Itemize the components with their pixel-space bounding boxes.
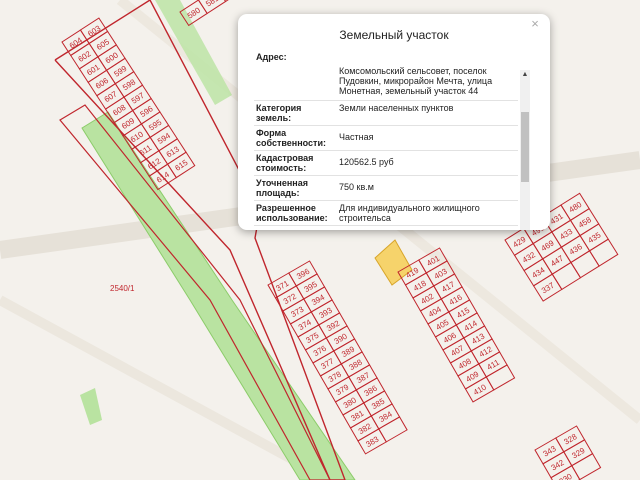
info-value: 120562.5 руб	[339, 157, 394, 167]
info-row-ownership: Форма собственности: Частная	[254, 126, 518, 151]
info-value: Для индивидуального жилищного строительс…	[339, 203, 480, 223]
info-key: Категория земель:	[256, 103, 302, 123]
info-row-address: Адрес: Комсомольский сельсовет, поселок …	[254, 50, 518, 101]
info-key: Уточненная площадь:	[256, 178, 308, 198]
popup-body: Адрес: Комсомольский сельсовет, поселок …	[254, 50, 518, 228]
popup-title: Земельный участок	[339, 28, 449, 42]
info-value: 750 кв.м	[339, 182, 374, 192]
info-key: Кадастровая стоимость:	[256, 153, 314, 173]
info-row-usage: Разрешенное использование: Для индивидуа…	[254, 201, 518, 226]
cadastral-label: 2540/1	[110, 284, 135, 293]
scroll-up-icon[interactable]: ▲	[520, 70, 530, 80]
info-row-cost: Кадастровая стоимость: 120562.5 руб	[254, 151, 518, 176]
info-row-area: Уточненная площадь: 750 кв.м	[254, 176, 518, 201]
popup-scrollbar[interactable]: ▲ ▼	[520, 70, 530, 230]
info-value: Комсомольский сельсовет, поселок Пудовки…	[339, 66, 493, 96]
info-value: Земли населенных пунктов	[339, 103, 454, 113]
info-popup: × Земельный участок Адрес: Комсомольский…	[238, 14, 550, 230]
info-row-category: Категория земель: Земли населенных пункт…	[254, 101, 518, 126]
info-key: Адрес:	[256, 52, 287, 62]
scroll-thumb[interactable]	[521, 112, 529, 182]
info-value: Частная	[339, 132, 374, 142]
info-key: Форма собственности:	[256, 128, 326, 148]
info-key: Разрешенное использование:	[256, 203, 328, 223]
